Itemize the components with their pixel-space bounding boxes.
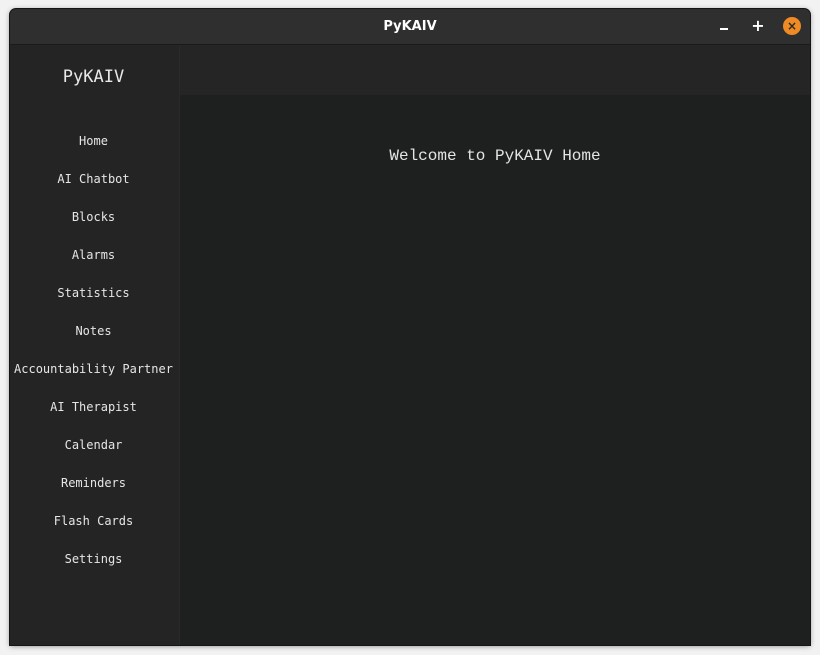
minimize-button[interactable]	[715, 17, 733, 35]
sidebar-item-accountability-partner[interactable]: Accountability Partner	[10, 357, 177, 381]
sidebar-item-home[interactable]: Home	[10, 129, 177, 153]
minimize-icon	[720, 28, 728, 30]
sidebar-item-reminders[interactable]: Reminders	[10, 471, 177, 495]
sidebar-item-calendar[interactable]: Calendar	[10, 433, 177, 457]
sidebar-app-title: PyKAIV	[62, 67, 125, 87]
maximize-button[interactable]: +	[749, 17, 767, 35]
sidebar-item-flash-cards[interactable]: Flash Cards	[10, 509, 177, 533]
sidebar-item-blocks[interactable]: Blocks	[10, 205, 177, 229]
close-button[interactable]: ×	[783, 17, 801, 35]
sidebar-item-settings[interactable]: Settings	[10, 547, 177, 571]
window-title: PyKAIV	[383, 19, 437, 34]
sidebar-item-statistics[interactable]: Statistics	[10, 281, 177, 305]
sidebar: PyKAIV Home AI Chatbot Blocks Alarms Sta…	[10, 45, 180, 645]
welcome-message: Welcome to PyKAIV Home	[389, 147, 601, 165]
sidebar-item-alarms[interactable]: Alarms	[10, 243, 177, 267]
top-bar	[180, 45, 810, 95]
maximize-icon: +	[751, 16, 765, 35]
title-bar[interactable]: PyKAIV + ×	[10, 9, 810, 45]
app-window: PyKAIV + × PyKAIV Home AI Chatbot Blocks…	[10, 9, 810, 645]
sidebar-item-ai-therapist[interactable]: AI Therapist	[10, 395, 177, 419]
main-content: Welcome to PyKAIV Home	[180, 95, 810, 645]
close-icon: ×	[786, 19, 798, 33]
sidebar-item-ai-chatbot[interactable]: AI Chatbot	[10, 167, 177, 191]
sidebar-item-notes[interactable]: Notes	[10, 319, 177, 343]
